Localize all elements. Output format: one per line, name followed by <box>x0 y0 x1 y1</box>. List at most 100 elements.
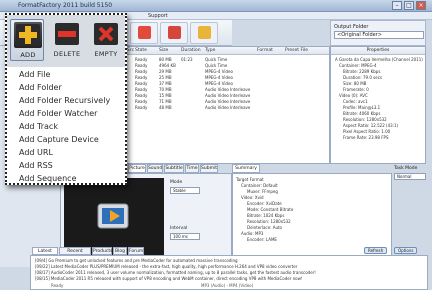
news-item[interactable]: [09/22] Latest MediaCoder PLUS/PREMIUM r… <box>35 264 297 269</box>
add-button[interactable]: ADD <box>10 19 44 61</box>
add-icon <box>14 22 42 48</box>
preview-tabs: Picture Sound Subtitle Time Submit <box>124 164 234 173</box>
summary-row: Muxer: FFmpeg <box>247 189 278 194</box>
menu-add-folder-recursively[interactable]: Add Folder Recursively <box>19 96 110 105</box>
menu-add-sequence[interactable]: Add Sequence <box>19 174 77 183</box>
properties-header: Properties <box>331 47 425 55</box>
mode-label: Mode <box>170 180 183 185</box>
news-item[interactable]: [08/15] MediaCoder 2011 R5 released with… <box>35 276 302 281</box>
options-button[interactable]: Options <box>394 247 418 254</box>
empty-icon <box>92 21 120 47</box>
summary-row: Encoder: XviDate <box>247 201 282 206</box>
col-preset[interactable]: Preset File <box>285 48 308 53</box>
col-type[interactable]: Type <box>205 48 215 53</box>
news-item[interactable]: [09/4] Go Premium to get unlocked featur… <box>35 258 238 263</box>
tab-subtitle[interactable]: Subtitle <box>164 164 184 173</box>
file-list: Src State Size Duration Type Format Pres… <box>124 46 330 164</box>
task-mode: Task Mode Normal <box>392 164 428 194</box>
col-state[interactable]: State <box>135 48 147 53</box>
task-mode-select[interactable]: Normal <box>394 173 426 180</box>
tab-picture[interactable]: Picture <box>128 164 146 173</box>
menu-add-folder[interactable]: Add Folder <box>19 83 62 92</box>
close-button[interactable]: × <box>416 1 426 10</box>
interval-label: Interval <box>170 226 188 231</box>
tab-time[interactable]: Time <box>185 164 199 173</box>
tab-summary[interactable]: Summary <box>232 164 260 173</box>
delete-button[interactable]: DELETE <box>50 19 84 61</box>
summary-row: Bitrate: 1024 Kbps <box>247 213 285 218</box>
summary-row: Deinterlace: Auto <box>247 225 282 230</box>
refresh-button[interactable]: Refresh <box>364 247 388 254</box>
tab-products[interactable]: Products <box>92 247 112 255</box>
output-folder-label: Output Folder <box>334 24 369 30</box>
tab-recent-updates[interactable]: Recent Updates <box>59 247 91 261</box>
output-folder-panel: Output Folder <Original Folder> <box>330 20 426 46</box>
menu-add-capture-device[interactable]: Add Capture Device <box>19 135 99 144</box>
col-size[interactable]: Size <box>159 48 168 53</box>
property-row: Pixel Aspect Ratio: 1.00 <box>343 129 391 134</box>
file-list-header: Src State Size Duration Type Format Pres… <box>125 47 329 55</box>
menu-add-file[interactable]: Add File <box>19 70 50 79</box>
tab-blog[interactable]: Blog <box>113 247 127 255</box>
title-bar: FormatFactory 2011 build 5150 – □ × <box>0 0 432 12</box>
summary-row: Resolution: 1280x532 <box>247 219 291 224</box>
property-row: Aspect Ratio: 12.522 (43:1) <box>343 123 399 128</box>
menu-add-track[interactable]: Add Track <box>19 122 58 131</box>
add-label: ADD <box>20 51 36 59</box>
menu-add-rss[interactable]: Add RSS <box>19 161 53 170</box>
start-icon <box>138 26 151 39</box>
property-row: Profile: Main@L3.1 <box>343 105 381 110</box>
news-tabs: Latest News Recent Updates Products Blog… <box>30 247 230 261</box>
stop-icon <box>168 26 181 39</box>
col-duration[interactable]: Duration <box>181 48 201 53</box>
tab-submit[interactable]: Submit <box>200 164 218 173</box>
news-item[interactable]: [08/17] AudioCoder 2011 released, 3 user… <box>35 270 316 275</box>
minimize-button[interactable]: – <box>392 1 402 10</box>
zoom-popup: ADD DELETE EMPTY Add File Add Folder Add… <box>5 13 127 185</box>
news-buttons: Refresh Options <box>362 247 424 255</box>
start-button[interactable] <box>130 22 158 44</box>
zoom-toolbar: ADD DELETE EMPTY <box>7 15 125 67</box>
delete-label: DELETE <box>53 50 81 58</box>
maximize-button[interactable]: □ <box>404 1 414 10</box>
summary-row: Mode: Constant Bitrate <box>247 207 294 212</box>
col-format[interactable]: Format <box>257 48 273 53</box>
menu-add-folder-watcher[interactable]: Add Folder Watcher <box>19 109 97 118</box>
property-row: Bitrate: 4060 Kbps <box>343 111 381 116</box>
summary-tab-row: Summary <box>232 164 262 173</box>
tab-forum[interactable]: Forum <box>128 247 144 255</box>
media-player-icon <box>97 203 129 229</box>
menu-support[interactable]: Support <box>148 13 168 19</box>
tab-latest-news[interactable]: Latest News <box>32 247 58 261</box>
window-title: FormatFactory 2011 build 5150 <box>18 2 113 9</box>
stop-button[interactable] <box>160 22 188 44</box>
task-mode-label: Task Mode <box>394 166 418 171</box>
tab-sound[interactable]: Sound <box>147 164 163 173</box>
output-folder-select[interactable]: <Original Folder> <box>334 31 424 39</box>
property-row: Resolution: 1280x532 <box>343 117 387 122</box>
property-row: Frame Rate: 23.98 FPS <box>343 135 389 140</box>
empty-button[interactable]: EMPTY <box>89 19 123 61</box>
property-row: Codec: avc1 <box>343 99 368 104</box>
pause-button[interactable] <box>190 22 218 44</box>
summary-row: Container: Default <box>241 183 278 188</box>
property-row: Container: MPEG-4 <box>339 63 377 68</box>
table-row[interactable]: Ready 48 MB Audio Video Interleave <box>125 105 329 111</box>
summary-row: Video: Xvid <box>241 195 264 200</box>
property-row: Duration: 79.0 secs <box>343 75 382 80</box>
col-src[interactable]: Src <box>127 48 134 53</box>
property-row: Bitrate: 2289 Kbps <box>343 69 381 74</box>
empty-label: EMPTY <box>94 50 118 58</box>
summary-row: Target Format <box>236 177 264 182</box>
status-right: MP3 (Audio) - MP4 (Video) <box>201 283 254 288</box>
property-row: Framerate: 0 <box>343 87 369 92</box>
menu-add-url[interactable]: Add URL <box>19 148 53 157</box>
property-row: Size: 80 MB <box>343 81 367 86</box>
property-row: Video (0): AVC <box>339 93 368 98</box>
summary-row: Encoder: LAME <box>247 237 277 242</box>
mode-select[interactable]: Stable <box>170 187 200 194</box>
news-panel: [09/4] Go Premium to get unlocked featur… <box>30 255 428 290</box>
summary-row: Audio: MP3 <box>241 231 264 236</box>
property-row: A Garota da Capa Vermelha (Channel 2011) <box>335 57 423 62</box>
interval-select[interactable]: 100 ms <box>170 233 200 240</box>
